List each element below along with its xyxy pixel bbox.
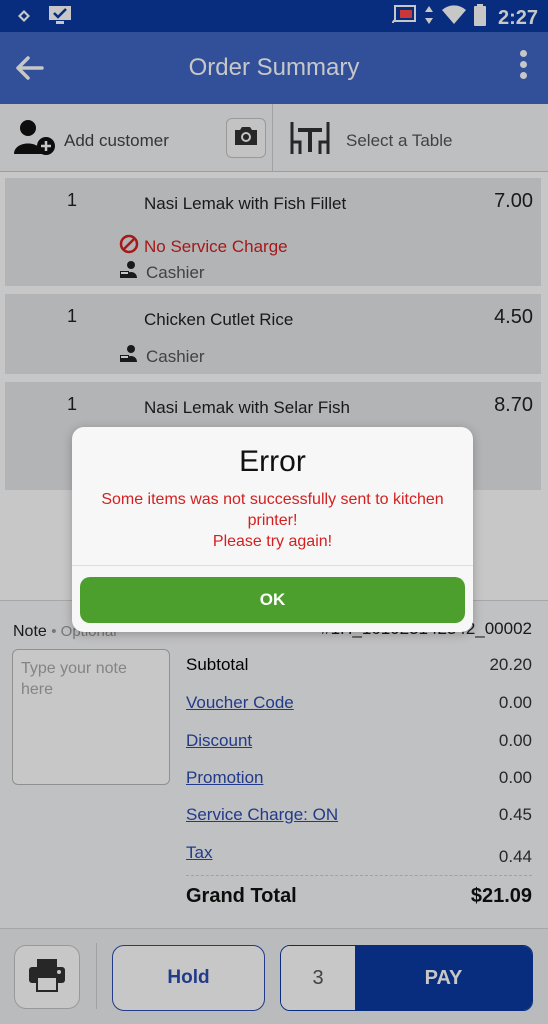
divider: [72, 565, 473, 566]
error-dialog: Error Some items was not successfully se…: [72, 427, 473, 632]
ok-button[interactable]: OK: [80, 577, 465, 623]
dialog-message: Some items was not successfully sent to …: [101, 491, 444, 550]
dialog-title: Error: [239, 445, 306, 478]
